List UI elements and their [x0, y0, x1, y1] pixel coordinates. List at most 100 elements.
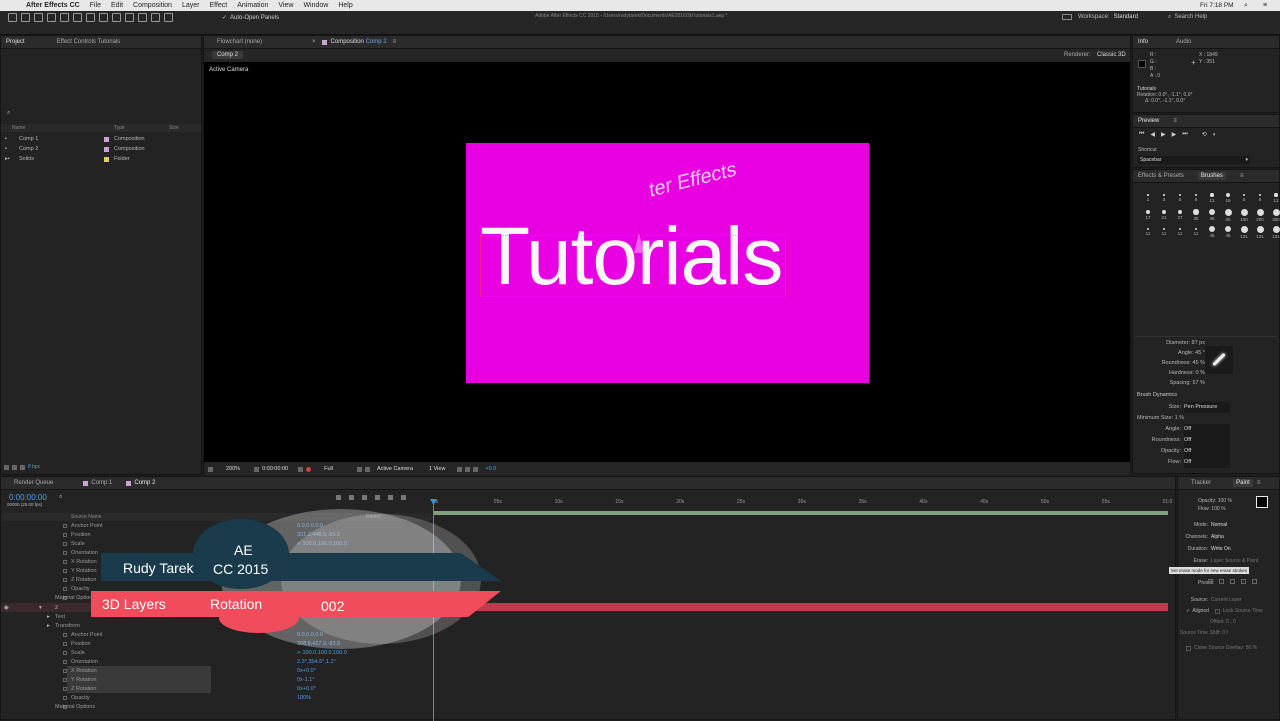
brush-tip[interactable]: 11 [1173, 224, 1187, 240]
preset-5-icon[interactable] [1252, 579, 1257, 584]
brush-tip[interactable]: 11 [1141, 224, 1155, 240]
project-item[interactable]: ▪ Comp 2 Composition [1, 144, 201, 154]
erase-select[interactable]: Layer Source & Paint [1211, 555, 1271, 567]
tab-comp1[interactable]: Comp 1 [91, 480, 112, 486]
brush-tip[interactable]: 13 [1269, 190, 1280, 206]
color-icon[interactable] [306, 466, 312, 472]
layer-handle[interactable] [480, 235, 786, 297]
roundness-field[interactable]: Roundness: 45 % [1147, 358, 1205, 368]
tab-effects-presets[interactable]: Effects & Presets [1138, 173, 1184, 179]
brush-tip[interactable]: 11 [1157, 224, 1171, 240]
brush-tip[interactable]: 5 [1237, 190, 1251, 206]
resolution-select[interactable]: Full [324, 466, 333, 472]
stopwatch-icon[interactable] [63, 686, 67, 691]
aligned-checkbox[interactable]: ✓ [1186, 606, 1190, 617]
hand-tool-icon[interactable] [21, 12, 30, 22]
draft-3d-icon[interactable] [349, 495, 354, 500]
label-color-swatch[interactable] [104, 146, 109, 152]
property-row[interactable]: Opacity 100% [1, 693, 431, 702]
property-value[interactable]: 0.0,0.0,0.0 [297, 632, 323, 638]
bpc-label[interactable]: 8 bpc [28, 464, 40, 470]
stopwatch-icon[interactable] [63, 641, 67, 646]
property-row[interactable]: Orientation [1, 548, 431, 557]
visibility-icon[interactable]: ◉ [4, 605, 9, 611]
tab-composition[interactable]: Composition Comp 2 [331, 39, 387, 45]
brush-tool-icon[interactable] [125, 12, 134, 22]
property-value[interactable]: 308.8,427.9,-83.8 [297, 641, 340, 647]
panel-menu-icon[interactable]: ≡ [1257, 480, 1261, 486]
brush-tip[interactable]: 11 [1189, 224, 1203, 240]
tab-render-queue[interactable]: Render Queue [14, 480, 53, 486]
col-parent[interactable]: Parent [366, 514, 381, 520]
brush-tip[interactable]: 9 [1189, 190, 1203, 206]
zoom-tool-icon[interactable] [34, 12, 43, 22]
project-search-icon[interactable]: ⌕ [7, 110, 10, 117]
exposure-value[interactable]: +0.0 [485, 466, 496, 472]
comp-mini-icon[interactable] [336, 495, 341, 500]
menu-item[interactable]: Effect [209, 2, 227, 9]
pen-tool-icon[interactable] [99, 12, 108, 22]
brush-tip[interactable]: 1 [1141, 190, 1155, 206]
puppet-tool-icon[interactable] [164, 12, 173, 22]
menu-item[interactable]: Help [338, 2, 352, 9]
tab-comp2[interactable]: Comp 2 [134, 480, 155, 486]
clone-overlay-checkbox[interactable] [1186, 646, 1191, 651]
anchor-gizmo[interactable] [634, 233, 644, 253]
stopwatch-icon[interactable] [63, 659, 67, 664]
prev-frame-icon[interactable]: ◀ [1150, 131, 1155, 138]
brush-tip[interactable]: 35 [1189, 207, 1203, 223]
eraser-tool-icon[interactable] [151, 12, 160, 22]
shortcut-select[interactable]: Spacebar ▾ [1138, 156, 1250, 164]
label-color-swatch[interactable] [104, 136, 109, 142]
next-frame-icon[interactable]: ▶ [1172, 131, 1177, 138]
property-row[interactable]: Material Options [1, 593, 431, 602]
stopwatch-icon[interactable] [63, 632, 67, 637]
stopwatch-icon[interactable] [63, 668, 67, 673]
menu-item[interactable]: Layer [182, 2, 200, 9]
project-item[interactable]: ▸▪ Solids Folder [1, 154, 201, 164]
spacing-field[interactable]: Spacing: 57 % [1147, 378, 1205, 388]
stopwatch-icon[interactable] [63, 568, 67, 573]
property-value[interactable]: 0x+0.0° [297, 686, 316, 692]
tab-flowchart[interactable]: Flowchart (none) [217, 39, 262, 45]
brush-tip[interactable]: 131 [1253, 224, 1267, 240]
close-icon[interactable]: × [312, 39, 316, 45]
panel-menu-icon[interactable]: ≡ [1240, 173, 1244, 179]
brush-tip[interactable]: 3 [1157, 190, 1171, 206]
stopwatch-icon[interactable] [63, 695, 67, 700]
renderer-select[interactable]: Classic 3D [1097, 52, 1126, 58]
brush-tip[interactable]: 200 [1253, 207, 1267, 223]
menu-item[interactable]: Animation [237, 2, 268, 9]
transparency-grid-icon[interactable] [364, 466, 370, 472]
brush-tip[interactable]: 100 [1237, 207, 1251, 223]
clone-tool-icon[interactable] [138, 12, 147, 22]
mute-icon[interactable]: ◐ [1213, 132, 1217, 138]
col-type[interactable]: Type [114, 125, 125, 131]
search-help-icon[interactable]: ⌕ [1168, 14, 1171, 21]
lock-checkbox[interactable] [1214, 609, 1220, 614]
stopwatch-icon[interactable] [63, 559, 67, 564]
first-frame-icon[interactable]: ⏮ [1139, 131, 1144, 138]
brush-tip[interactable]: 65 [1221, 207, 1235, 223]
tab-paint[interactable]: Paint [1233, 479, 1253, 487]
menu-item[interactable]: View [278, 2, 293, 9]
property-row[interactable]: Position 331.2,448.5,-81.2 [1, 530, 431, 539]
offset-field[interactable]: Offset: 0 , 0 [1178, 617, 1280, 628]
stopwatch-icon[interactable] [63, 523, 67, 528]
menu-item[interactable]: Window [303, 2, 328, 9]
list-icon[interactable]: ≡ [1263, 2, 1267, 9]
rotate-tool-icon[interactable] [47, 12, 56, 22]
brush-tip[interactable]: 17 [1141, 207, 1155, 223]
label-color-swatch[interactable] [104, 156, 109, 162]
property-row[interactable]: Opacity [1, 584, 431, 593]
property-row[interactable]: Position 308.8,427.9,-83.8 [1, 639, 431, 648]
brush-tip[interactable]: 300 [1269, 207, 1280, 223]
menu-item[interactable]: Composition [133, 2, 172, 9]
property-row[interactable]: Material Options [1, 702, 431, 711]
grid-icon[interactable] [208, 466, 213, 472]
preset-1-icon[interactable] [1208, 579, 1213, 584]
panel-menu-icon[interactable]: ≡ [1173, 118, 1177, 124]
property-value[interactable]: 0.0,0.0,0.0 [297, 523, 323, 529]
property-row[interactable]: Y Rotation [1, 566, 431, 575]
brush-tip[interactable]: 27 [1173, 207, 1187, 223]
